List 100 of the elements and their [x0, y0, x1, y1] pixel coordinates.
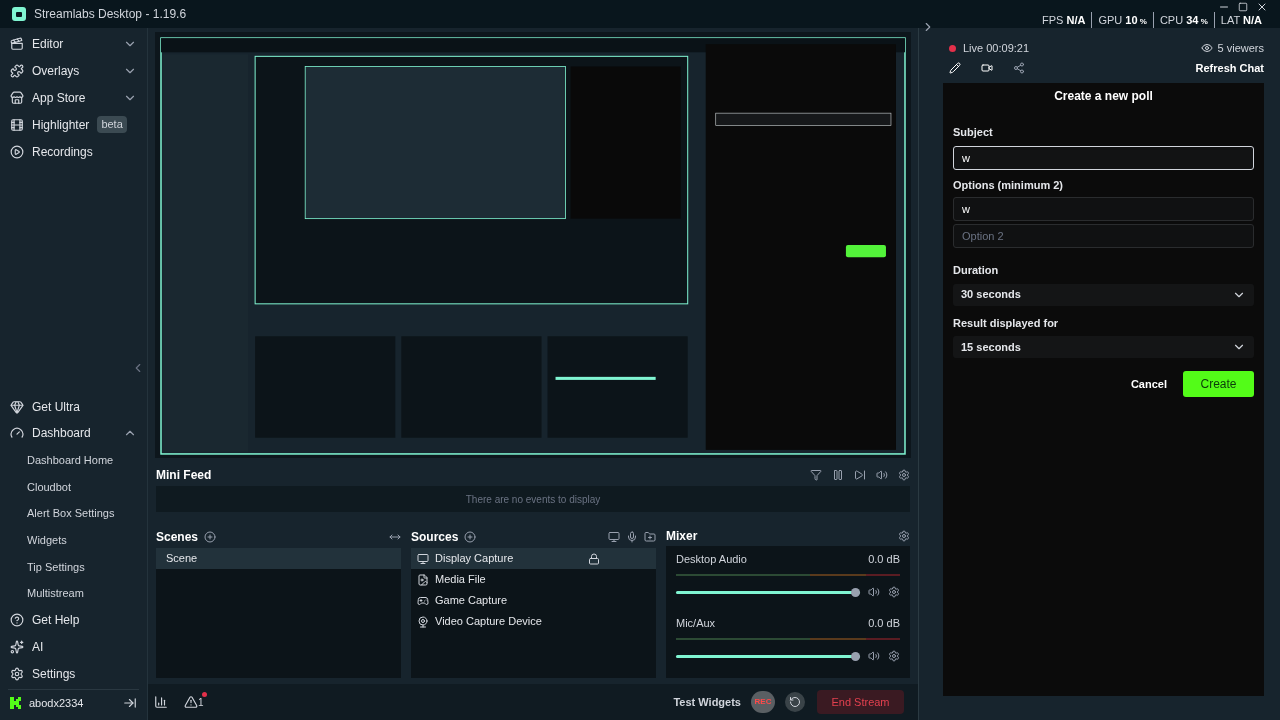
sidebar-item[interactable]: Editor [0, 30, 147, 57]
settings-icon[interactable] [898, 530, 910, 542]
test-widgets-label: Test Widgets [673, 694, 741, 710]
settings-icon[interactable] [888, 586, 900, 598]
sidebar-item[interactable]: App Store [0, 84, 147, 111]
performance-stat: LAT N/A [1213, 11, 1268, 29]
option-field[interactable]: w [953, 197, 1254, 221]
volume-slider[interactable] [676, 651, 860, 661]
source-item[interactable]: Game Capture [411, 590, 656, 611]
skip-icon[interactable] [854, 469, 866, 481]
source-item[interactable]: Media File [411, 569, 656, 590]
sparkles-icon [10, 639, 24, 654]
speaker-icon[interactable] [868, 586, 880, 598]
sidebar-label: Highlighter [32, 116, 90, 134]
gamepad-icon [417, 594, 429, 607]
sidebar-label: Get Ultra [32, 398, 80, 416]
poll-title: Create a new poll [1054, 88, 1153, 105]
store-icon [10, 90, 24, 105]
pause-icon[interactable] [832, 469, 844, 481]
cancel-button[interactable]: Cancel [1126, 371, 1171, 397]
add-scene-icon[interactable] [204, 531, 217, 543]
alert-icon[interactable] [184, 695, 198, 709]
sidebar-item[interactable]: Dashboard [0, 420, 147, 447]
performance-stat: GPU 10 % [1091, 11, 1153, 29]
maximize-icon[interactable] [1238, 2, 1248, 12]
sidebar-label: Settings [32, 665, 76, 683]
replay-button[interactable] [785, 692, 805, 712]
field-label: Subject [953, 125, 994, 140]
sidebar-item[interactable]: Get Ultra [0, 393, 147, 421]
window-title: Streamlabs Desktop - 1.19.6 [34, 6, 187, 23]
add-source-icon[interactable] [464, 531, 477, 543]
sidebar-subitem[interactable]: Multistream [0, 580, 147, 607]
field-label: Options (minimum 2) [953, 177, 1064, 193]
source-label: Video Capture Device [435, 614, 542, 630]
create-button[interactable]: Create [1183, 371, 1254, 397]
result-select[interactable]: 15 seconds [953, 336, 1254, 358]
beta-badge: beta [97, 116, 127, 133]
filter-icon[interactable] [810, 469, 822, 481]
slider-thumb[interactable] [851, 651, 860, 661]
settings-icon[interactable] [898, 469, 910, 481]
monitor-icon [417, 552, 429, 565]
sidebar-item[interactable]: Recordings [0, 138, 147, 165]
channel-reading: 0.0 dB [868, 551, 900, 567]
sidebar-item[interactable]: AI [0, 633, 147, 661]
kick-logo-icon [10, 697, 21, 709]
sidebar-item[interactable]: Highlighter beta [0, 111, 147, 138]
sidebar-label: Get Help [32, 612, 80, 630]
volume-slider[interactable] [676, 587, 860, 597]
close-icon[interactable] [1256, 1, 1268, 13]
file-icon [417, 573, 429, 586]
play-icon [10, 144, 24, 159]
stats-icon[interactable] [154, 695, 168, 709]
gauge-icon [10, 426, 24, 441]
sidebar-label: AI [32, 638, 44, 656]
sidebar-subitem[interactable]: Widgets [0, 526, 147, 554]
field-label: Result displayed for [953, 315, 1060, 331]
mic-icon[interactable] [626, 531, 638, 543]
clapperboard-icon [10, 36, 24, 51]
pencil-icon[interactable] [949, 62, 961, 74]
sidebar-label: Dashboard [32, 425, 91, 443]
source-item[interactable]: Video Capture Device [411, 611, 656, 632]
sidebar-item[interactable]: Settings [0, 660, 147, 687]
share-icon[interactable] [1013, 62, 1025, 74]
sidebar-item[interactable]: Get Help [0, 606, 147, 634]
refresh-chat-button[interactable]: Refresh Chat [1195, 59, 1264, 77]
settings-icon[interactable] [888, 650, 900, 662]
subject-field[interactable]: w [953, 145, 1254, 170]
scenes-title: Scenes [156, 529, 199, 546]
field-label: Duration [953, 263, 1000, 278]
sources-title: Sources [411, 529, 459, 546]
sidebar-subitem[interactable]: Tip Settings [0, 553, 147, 581]
film-icon [10, 117, 24, 132]
logout-icon[interactable] [123, 696, 137, 710]
sidebar-label: App Store [32, 89, 86, 107]
monitor-icon[interactable] [608, 531, 620, 543]
sidebar-subitem[interactable]: Dashboard Home [0, 446, 147, 474]
performance-stat: CPU 34 % [1152, 11, 1214, 29]
username: abodx2334 [29, 695, 84, 711]
live-status: Live 00:09:21 [963, 40, 1030, 56]
speaker-icon[interactable] [868, 650, 880, 662]
scene-item[interactable]: Scene [156, 548, 401, 569]
mini-feed-title: Mini Feed [156, 467, 212, 484]
mute-icon[interactable] [876, 469, 888, 481]
duration-select[interactable]: 30 seconds [953, 283, 1254, 306]
settings-icon [10, 666, 24, 681]
help-icon [10, 613, 24, 628]
sidebar-label: Editor [32, 35, 64, 53]
sidebar-subitem[interactable]: Alert Box Settings [0, 500, 147, 527]
sidebar-item[interactable]: Overlays [0, 57, 147, 84]
lock-icon[interactable] [588, 552, 600, 565]
camera-icon[interactable] [981, 62, 993, 74]
webcam-icon [417, 615, 429, 628]
folder-icon[interactable] [644, 531, 656, 543]
channel-name: Mic/Aux [676, 615, 716, 631]
slider-thumb[interactable] [851, 587, 860, 597]
sidebar-subitem[interactable]: Cloudbot [0, 473, 147, 501]
source-item[interactable]: Display Capture [411, 548, 656, 569]
option-field[interactable]: Option 2 [953, 224, 1254, 248]
gem-icon [10, 399, 24, 414]
end-stream-button[interactable]: End Stream [817, 690, 904, 714]
